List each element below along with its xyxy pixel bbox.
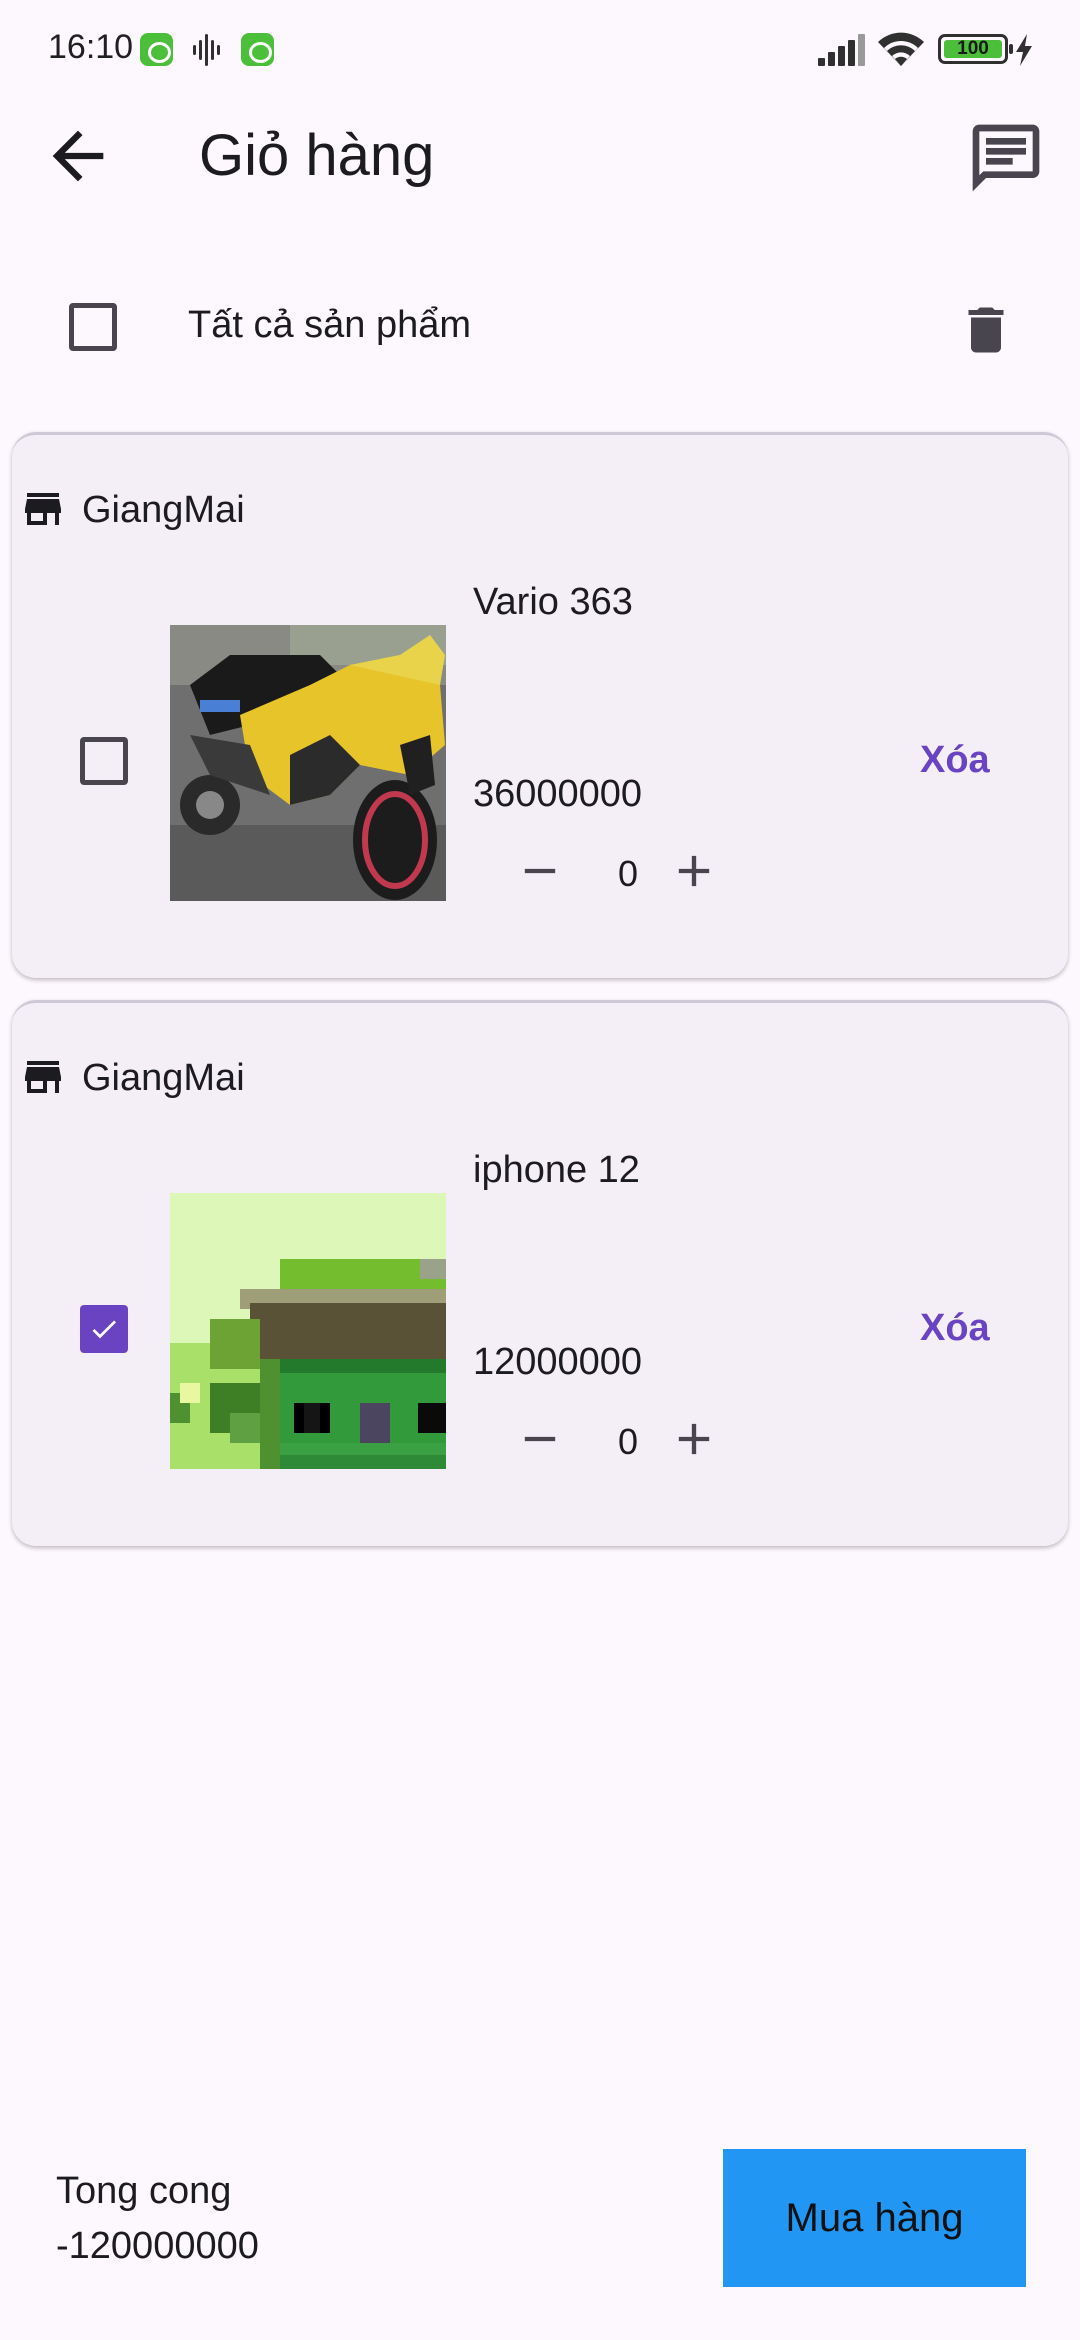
quantity-value: 0 xyxy=(617,1421,639,1462)
shop-name: GiangMai xyxy=(82,1057,245,1099)
arrow-back-icon xyxy=(52,130,104,182)
quantity-increase-button[interactable] xyxy=(668,1413,720,1465)
battery-level: 100 xyxy=(957,38,989,59)
battery-icon: 100 xyxy=(938,34,1013,64)
product-name: iphone 12 xyxy=(473,1149,640,1191)
shop-name: GiangMai xyxy=(82,489,245,531)
signal-icon xyxy=(818,34,865,66)
total-value: -120000000 xyxy=(56,2225,259,2267)
select-all-label: Tất cả sản phẩm xyxy=(188,304,472,346)
page-title: Giỏ hàng xyxy=(199,123,435,188)
quantity-decrease-button[interactable] xyxy=(514,1413,566,1465)
app-bar: Giỏ hàng xyxy=(0,100,1080,220)
app-notification-icon xyxy=(140,33,173,66)
product-image[interactable] xyxy=(170,1193,446,1469)
charging-icon xyxy=(1016,34,1032,66)
product-name: Vario 363 xyxy=(473,581,633,623)
message-icon xyxy=(972,124,1040,192)
quantity-increase-button[interactable] xyxy=(668,845,720,897)
item-checkbox[interactable] xyxy=(80,737,128,785)
chat-button[interactable] xyxy=(966,118,1046,198)
app-notification-icon xyxy=(241,33,274,66)
buy-button[interactable]: Mua hàng xyxy=(723,2149,1026,2287)
remove-item-button[interactable]: Xóa xyxy=(920,1307,990,1350)
product-price: 36000000 xyxy=(473,773,643,815)
plus-icon xyxy=(678,855,710,887)
minus-icon xyxy=(524,868,556,874)
total-label: Tong cong xyxy=(56,2170,232,2212)
quantity-value: 0 xyxy=(617,853,639,894)
shop-card: GiangMai iphone 12 12000000 0 Xóa xyxy=(12,1000,1068,1546)
trash-icon xyxy=(968,307,1004,353)
wifi-icon xyxy=(878,32,924,66)
check-icon xyxy=(92,1320,116,1339)
item-checkbox[interactable] xyxy=(80,1305,128,1353)
voice-recorder-icon xyxy=(193,34,223,66)
pixel-house-image xyxy=(170,1193,446,1469)
back-button[interactable] xyxy=(40,118,116,194)
status-time: 16:10 xyxy=(48,28,134,66)
shop-card: GiangMai Vario 363 36000000 0 Xóa xyxy=(12,432,1068,978)
select-all-checkbox[interactable] xyxy=(69,303,117,351)
status-bar: 16:10 100 xyxy=(0,0,1080,100)
quantity-decrease-button[interactable] xyxy=(514,845,566,897)
remove-item-button[interactable]: Xóa xyxy=(920,739,990,782)
select-all-row: Tất cả sản phẩm xyxy=(0,282,1080,372)
minus-icon xyxy=(524,1436,556,1442)
product-image[interactable] xyxy=(170,625,446,901)
store-icon xyxy=(25,493,61,525)
motorbike-photo xyxy=(170,625,446,901)
store-icon xyxy=(25,1061,61,1093)
plus-icon xyxy=(678,1423,710,1455)
delete-all-button[interactable] xyxy=(956,298,1016,362)
product-price: 12000000 xyxy=(473,1341,643,1383)
